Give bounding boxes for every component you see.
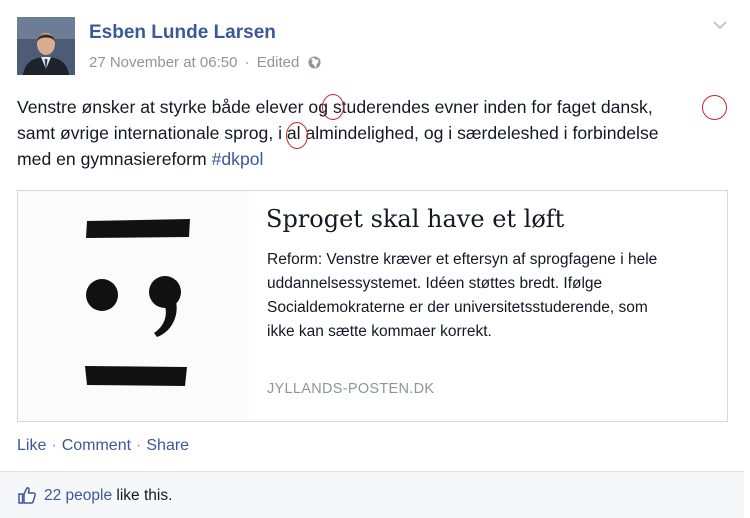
post-text-line-content: med en gymnasiereform xyxy=(17,149,212,169)
link-description: Reform: Venstre kræver et eftersyn af sp… xyxy=(267,248,717,344)
avatar[interactable] xyxy=(17,17,75,75)
post-text-line: med en gymnasiereform #dkpol xyxy=(17,146,737,172)
likes-count-link[interactable]: 22 people xyxy=(44,487,112,504)
link-description-line: Reform: Venstre kræver et eftersyn af sp… xyxy=(267,251,658,268)
meta-separator: · xyxy=(244,54,250,71)
post-timestamp[interactable]: 27 November at 06:50 xyxy=(89,54,237,71)
link-title[interactable]: Sproget skal have et løft xyxy=(266,205,564,233)
post-meta: 27 November at 06:50 · Edited xyxy=(89,54,321,73)
edited-label[interactable]: Edited xyxy=(257,54,300,71)
thumbs-up-icon[interactable] xyxy=(17,485,37,505)
likes-suffix: like this. xyxy=(112,487,173,504)
action-separator: · xyxy=(136,437,142,454)
action-separator: · xyxy=(51,437,57,454)
like-button[interactable]: Like xyxy=(17,437,46,454)
post-text-line: samt øvrige internationale sprog, i al a… xyxy=(17,123,659,143)
link-preview-card[interactable]: Sproget skal have et løft Reform: Venstr… xyxy=(17,190,728,422)
link-description-line: uddannelsessystemet. Idéen støttes bredt… xyxy=(267,275,603,292)
share-button[interactable]: Share xyxy=(146,437,189,454)
post-text: Venstre ønsker at styrke både elever og … xyxy=(17,94,737,172)
post-actions: Like · Comment · Share xyxy=(17,437,189,455)
author-name[interactable]: Esben Lunde Larsen xyxy=(89,22,276,44)
link-description-line: ikke kan sætte kommaer korrekt. xyxy=(267,323,492,340)
likes-summary: 22 people like this. xyxy=(44,487,172,505)
link-source: JYLLANDS-POSTEN.DK xyxy=(267,381,435,397)
link-description-line: Socialdemokraterne er der universitetsst… xyxy=(267,299,648,316)
post-text-line: Venstre ønsker at styrke både elever og … xyxy=(17,97,653,117)
chevron-down-icon[interactable] xyxy=(712,17,728,33)
hashtag-link[interactable]: #dkpol xyxy=(212,149,264,169)
globe-icon[interactable] xyxy=(308,56,321,73)
facebook-post: Esben Lunde Larsen 27 November at 06:50 … xyxy=(0,0,750,518)
link-preview-image xyxy=(18,191,249,421)
comment-button[interactable]: Comment xyxy=(62,437,131,454)
